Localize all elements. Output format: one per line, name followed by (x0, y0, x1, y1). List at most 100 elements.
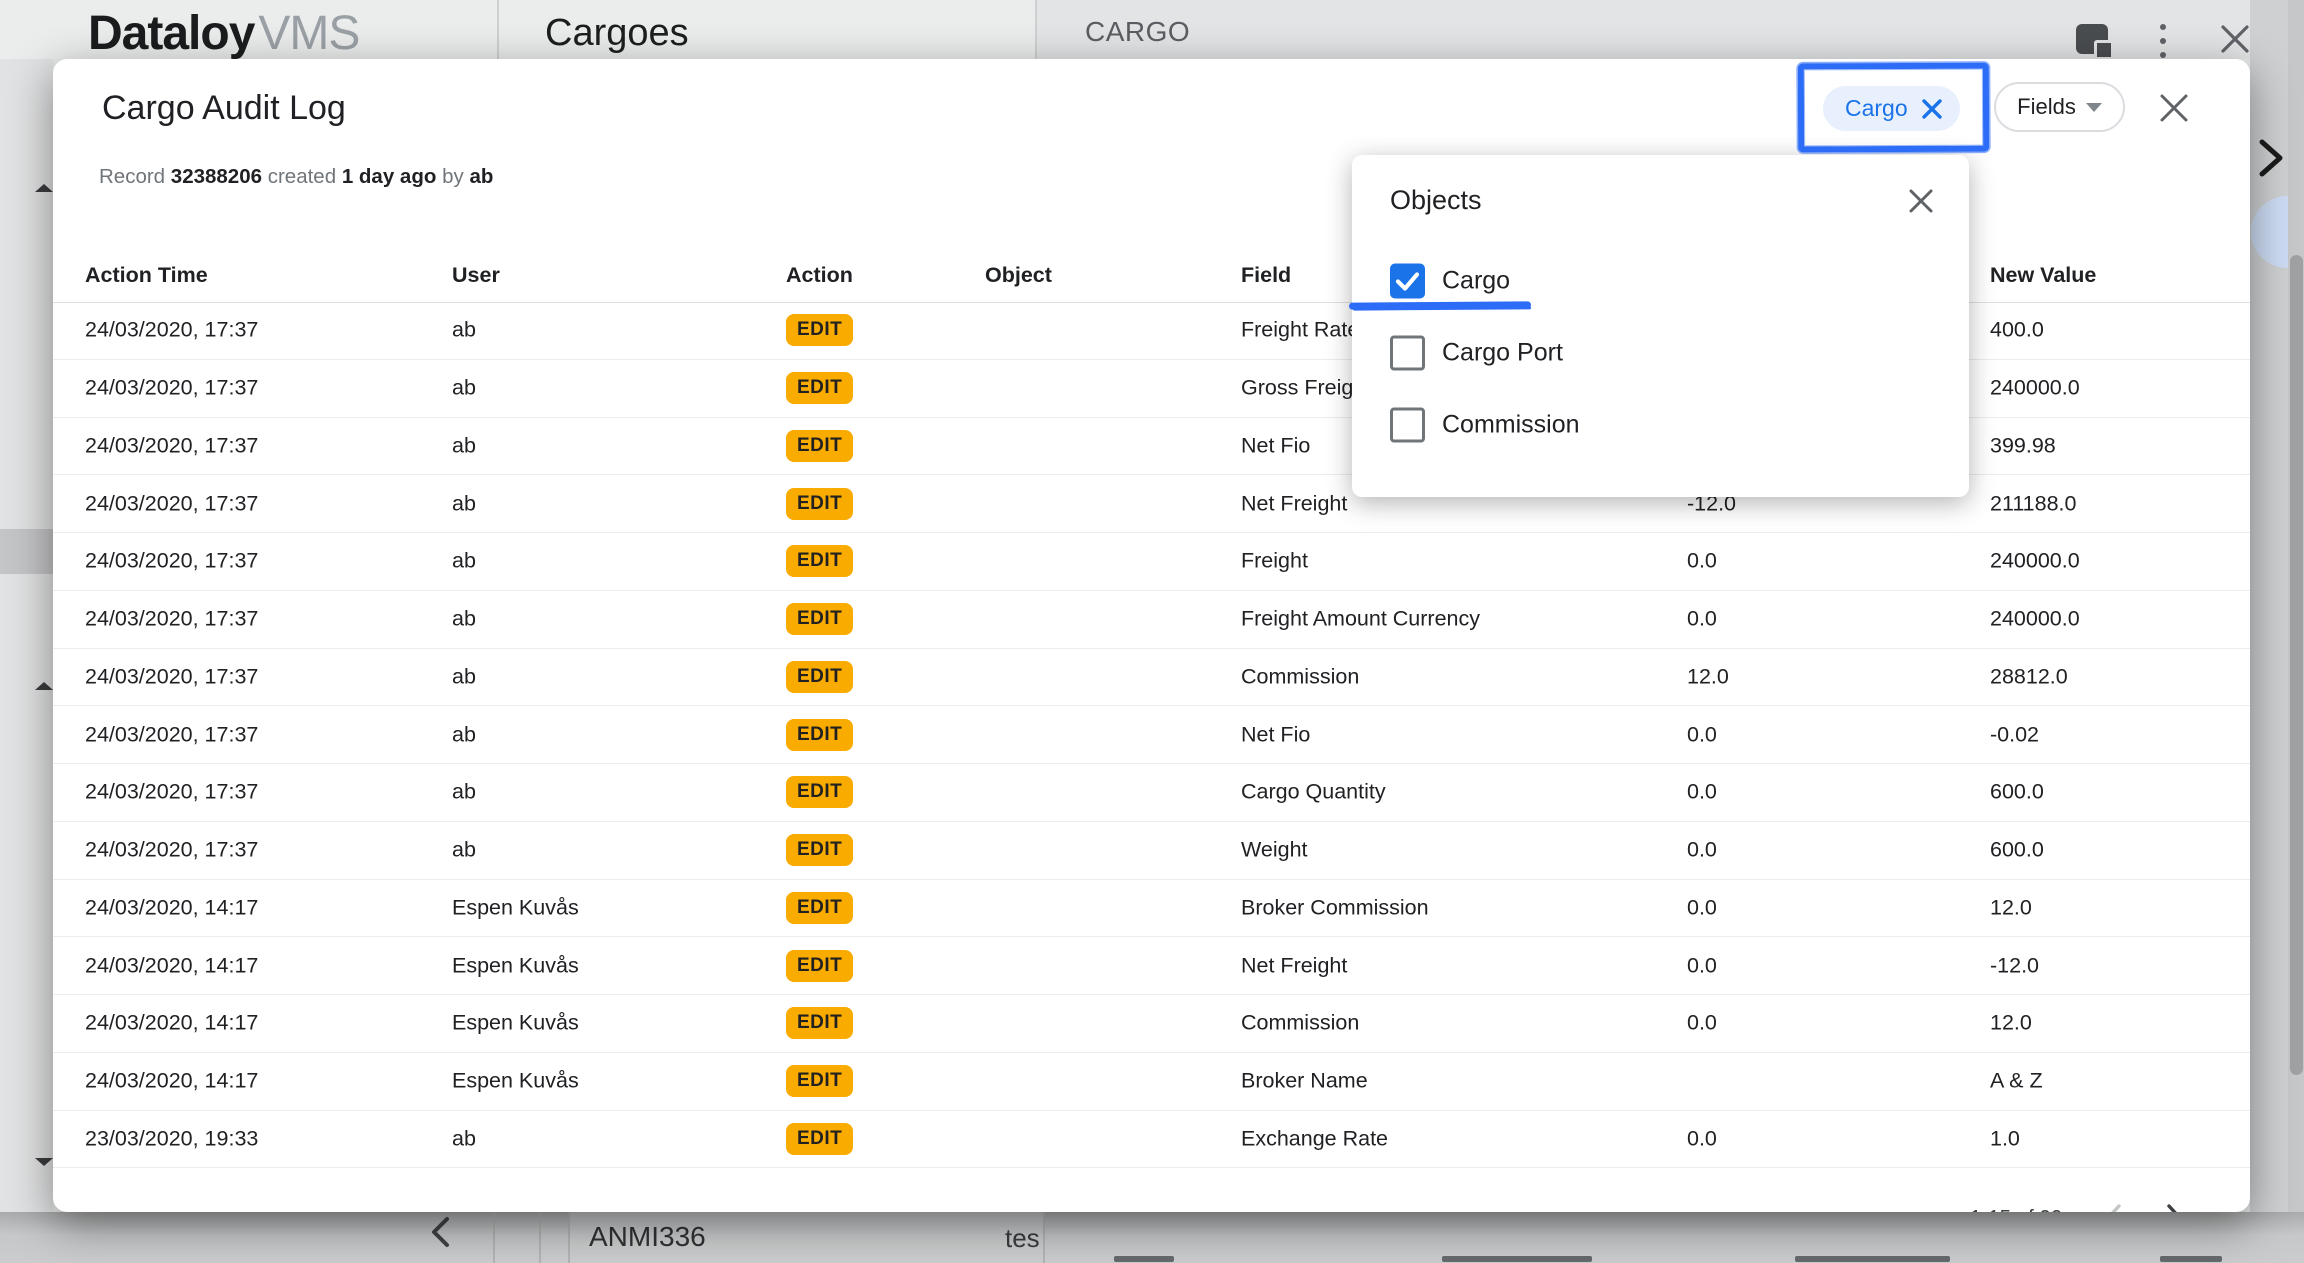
cell-old-value: 0.0 (1687, 607, 1717, 632)
cell-new-value: 400.0 (1990, 318, 2044, 343)
cell-action-time: 24/03/2020, 17:37 (85, 491, 258, 516)
cell-action-time: 24/03/2020, 17:37 (85, 664, 258, 689)
topbar-divider (1035, 0, 1037, 59)
cell-new-value: 211188.0 (1990, 491, 2076, 516)
scroll-up-icon[interactable] (35, 682, 53, 690)
cell-new-value: 600.0 (1990, 780, 2044, 805)
edit-action-badge: EDIT (786, 314, 853, 346)
scroll-down-icon[interactable] (35, 1158, 53, 1166)
cell-action: EDIT (786, 892, 853, 924)
cell-action-time: 23/03/2020, 19:33 (85, 1126, 258, 1151)
cell-new-value: 28812.0 (1990, 664, 2068, 689)
cell-user: ab (452, 376, 476, 401)
checkbox[interactable] (1390, 264, 1425, 299)
edit-action-badge: EDIT (786, 661, 853, 693)
pagination-range: 1-15 of 90 (1970, 1206, 2062, 1212)
sidebar-selected-row (0, 529, 53, 574)
cell-action: EDIT (786, 950, 853, 982)
cell-action-time: 24/03/2020, 14:17 (85, 1069, 258, 1094)
cell-field: Cargo Quantity (1241, 780, 1386, 805)
popup-close-icon[interactable] (1907, 187, 1935, 215)
edit-action-badge: EDIT (786, 892, 853, 924)
cell-action: EDIT (786, 545, 853, 577)
panel-expand-chevron-icon[interactable] (2256, 136, 2286, 180)
cell-field: Commission (1241, 664, 1359, 689)
background-list-item: ANMI336 (589, 1221, 706, 1253)
table-row: 24/03/2020, 14:17 Espen Kuvås EDIT Commi… (53, 995, 2250, 1053)
cell-field: Freight (1241, 549, 1308, 574)
cell-action-time: 24/03/2020, 17:37 (85, 433, 258, 458)
cell-new-value: 240000.0 (1990, 376, 2080, 401)
collapse-left-chevron-icon[interactable] (428, 1214, 452, 1250)
cell-user: ab (452, 549, 476, 574)
checkbox-list-item[interactable]: Cargo Port (1352, 317, 1969, 389)
cell-user: ab (452, 607, 476, 632)
cell-action: EDIT (786, 1065, 853, 1097)
cell-field: Exchange Rate (1241, 1126, 1388, 1151)
annotation-rectangle (1798, 63, 1989, 153)
cell-action: EDIT (786, 603, 853, 635)
cell-new-value: -12.0 (1990, 953, 2039, 978)
background-page-title: Cargoes (545, 12, 689, 55)
cell-new-value: 240000.0 (1990, 549, 2080, 574)
cell-action-time: 24/03/2020, 14:17 (85, 953, 258, 978)
created-by-user: ab (469, 165, 493, 188)
cell-old-value: 0.0 (1687, 1126, 1717, 1151)
cell-field: Broker Name (1241, 1069, 1368, 1094)
cell-action-time: 24/03/2020, 17:37 (85, 318, 258, 343)
edit-action-badge: EDIT (786, 603, 853, 635)
cell-user: ab (452, 780, 476, 805)
copy-icon[interactable] (2076, 24, 2108, 54)
cell-user: ab (452, 722, 476, 747)
table-row: 24/03/2020, 14:17 Espen Kuvås EDIT Net F… (53, 937, 2250, 995)
pagination-prev-icon[interactable] (2102, 1202, 2124, 1212)
checkbox[interactable] (1390, 336, 1425, 371)
cell-old-value: 0.0 (1687, 722, 1717, 747)
fields-dropdown-button[interactable]: Fields (1994, 82, 2125, 132)
modal-close-icon[interactable] (2157, 91, 2191, 125)
cell-field: Commission (1241, 1011, 1359, 1036)
background-sidebar (0, 59, 53, 1263)
app-logo-primary: Dataloy (88, 7, 254, 60)
page-scrollbar-thumb[interactable] (2290, 255, 2303, 1075)
cell-new-value: A & Z (1990, 1069, 2043, 1094)
created-ago: 1 day ago (342, 165, 437, 188)
pagination-next-icon[interactable] (2164, 1202, 2186, 1212)
cell-action-time: 24/03/2020, 17:37 (85, 722, 258, 747)
cell-field: Net Freight (1241, 491, 1347, 516)
cell-new-value: 399.98 (1990, 433, 2056, 458)
cell-action-time: 24/03/2020, 17:37 (85, 376, 258, 401)
cell-action-time: 24/03/2020, 17:37 (85, 838, 258, 863)
checkbox-list-item[interactable]: Commission (1352, 389, 1969, 461)
annotation-underline (1349, 301, 1531, 309)
cell-field: Freight Amount Currency (1241, 607, 1480, 632)
column-header-field: Field (1241, 263, 1291, 288)
by-label: by (442, 165, 464, 188)
cell-old-value: 0.0 (1687, 895, 1717, 920)
cell-field: Net Fio (1241, 722, 1310, 747)
cell-action: EDIT (786, 430, 853, 462)
cell-field: Freight Rate (1241, 318, 1359, 343)
cell-action-time: 24/03/2020, 17:37 (85, 780, 258, 805)
checkbox[interactable] (1390, 408, 1425, 443)
cell-field: Weight (1241, 838, 1308, 863)
kebab-menu-icon[interactable] (2160, 24, 2166, 58)
objects-filter-popup: Objects Cargo Cargo Port Commission (1352, 155, 1969, 497)
table-row: 24/03/2020, 17:37 ab EDIT Commission 12.… (53, 649, 2250, 707)
cell-action: EDIT (786, 661, 853, 693)
edit-action-badge: EDIT (786, 776, 853, 808)
cell-new-value: -0.02 (1990, 722, 2039, 747)
cell-old-value: 0.0 (1687, 780, 1717, 805)
cell-old-value: 0.0 (1687, 549, 1717, 574)
table-row: 24/03/2020, 14:17 Espen Kuvås EDIT Broke… (53, 1053, 2250, 1111)
column-header-action: Action (786, 263, 853, 288)
panel-close-icon[interactable] (2218, 22, 2252, 56)
table-row: 24/03/2020, 14:17 Espen Kuvås EDIT Broke… (53, 880, 2250, 938)
bottom-divider (1043, 1212, 1045, 1263)
chevron-down-icon (2086, 103, 2102, 112)
cell-new-value: 12.0 (1990, 895, 2032, 920)
cell-user: ab (452, 491, 476, 516)
cell-old-value: 0.0 (1687, 838, 1717, 863)
scroll-up-icon[interactable] (35, 184, 53, 192)
cell-action: EDIT (786, 719, 853, 751)
